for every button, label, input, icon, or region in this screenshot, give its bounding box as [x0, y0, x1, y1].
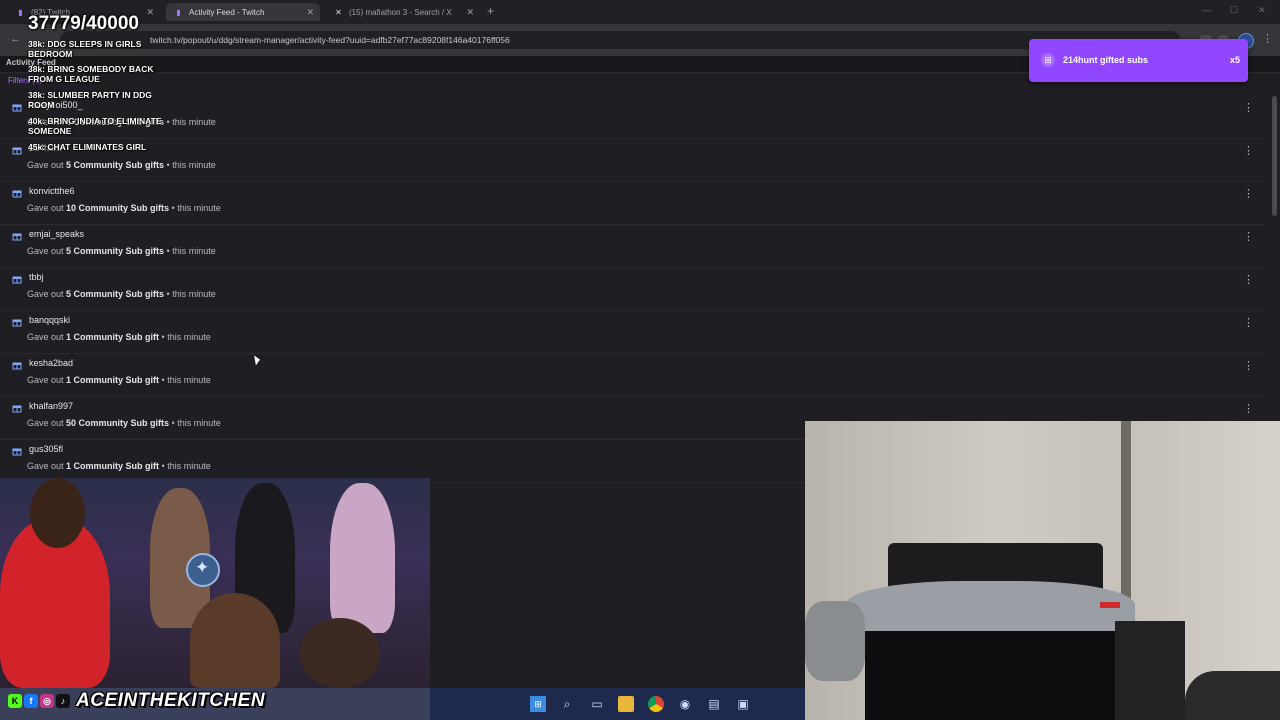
close-icon[interactable]: ✕	[146, 7, 154, 18]
feed-description: Gave out 10 Community Sub gifts • this m…	[27, 203, 221, 213]
facebook-icon: f	[24, 694, 38, 708]
gift-sub-toast[interactable]: ⊞ 214hunt gifted subs x5	[1029, 39, 1248, 82]
feed-username[interactable]: kesha2bad	[29, 358, 73, 368]
close-icon[interactable]: ✕	[306, 7, 314, 18]
person	[330, 483, 395, 633]
tab-x-search[interactable]: ✕ (15) mafiathon 3 - Search / X ✕	[326, 3, 480, 21]
party-camera-feed	[0, 478, 430, 688]
room-camera-feed	[805, 421, 1280, 720]
toast-text: 214hunt gifted subs	[1063, 55, 1149, 65]
gift-icon	[12, 405, 22, 413]
feed-scrollbar[interactable]	[1272, 96, 1277, 216]
gift-icon	[12, 190, 22, 198]
twitch-icon: ▮	[18, 7, 23, 17]
gift-icon	[12, 319, 22, 327]
chair	[1115, 621, 1185, 720]
feed-description: Gave out 5 Community Sub gifts • this mi…	[27, 246, 216, 256]
folder-icon[interactable]	[618, 696, 634, 712]
feed-description: Gave out 1 Community Sub gift • this min…	[27, 332, 211, 342]
window-close-icon[interactable]: ✕	[1258, 5, 1266, 16]
tab-label: Activity Feed - Twitch	[189, 7, 265, 17]
feed-item[interactable]: konvictthe6 Gave out 10 Community Sub gi…	[0, 182, 1264, 225]
gift-icon	[12, 233, 22, 241]
red-object	[1100, 602, 1120, 608]
toast-multiplier: x5	[1229, 55, 1240, 65]
feed-item[interactable]: kesha2bad Gave out 1 Community Sub gift …	[0, 354, 1264, 397]
maximize-icon[interactable]: ☐	[1230, 5, 1238, 16]
microphone	[1185, 671, 1280, 720]
person	[300, 618, 380, 688]
x-logo-icon: ✕	[335, 7, 342, 17]
tab-label: (15) mafiathon 3 - Search / X	[349, 7, 452, 17]
feed-username[interactable]: tbbj	[29, 272, 44, 282]
gift-icon: ⊞	[1041, 53, 1055, 67]
milestone-text: 45k: CHAT ELIMINATES GIRL	[28, 142, 147, 152]
twitch-icon: ▮	[176, 7, 181, 17]
feed-item[interactable]: krazyboi500_ Gave out 5 Community Sub gi…	[0, 96, 1264, 139]
app-icon[interactable]: ▣	[735, 696, 751, 712]
social-handle: K f ◎ ♪ ACEINTHEKITCHEN	[8, 690, 265, 712]
person	[30, 478, 85, 548]
browser-tab-strip: ▮ (82) Twitch ✕ ▮ Activity Feed - Twitch…	[0, 0, 1280, 24]
tiktok-icon: ♪	[56, 694, 70, 708]
feed-username[interactable]: gus305fl	[29, 444, 63, 454]
bag	[805, 601, 865, 681]
feed-username[interactable]: konvictthe6	[29, 186, 75, 196]
more-options-icon[interactable]: ⋮	[1243, 402, 1254, 415]
gift-icon	[12, 276, 22, 284]
minimize-icon[interactable]: —	[1202, 5, 1211, 15]
feed-username[interactable]: khalfan997	[29, 401, 73, 411]
kick-icon: K	[8, 694, 22, 708]
address-bar[interactable]: twitch.tv/popout/u/ddg/stream-manager/ac…	[60, 31, 1180, 49]
search-icon[interactable]: ⌕	[559, 696, 575, 712]
gift-icon	[12, 362, 22, 370]
instagram-icon: ◎	[40, 694, 54, 708]
app-icon[interactable]: ▤	[706, 696, 722, 712]
obs-icon[interactable]: ◉	[677, 696, 693, 712]
feed-item[interactable]: tbbj Gave out 5 Community Sub gifts • th…	[0, 268, 1264, 311]
gift-icon	[12, 104, 22, 112]
more-options-icon[interactable]: ⋮	[1243, 359, 1254, 372]
feed-username[interactable]: emjai_speaks	[29, 229, 84, 239]
more-options-icon[interactable]: ⋮	[1243, 316, 1254, 329]
milestone-text: 38k: BRING SOMEBODY BACK FROM G LEAGUE	[28, 64, 154, 84]
feed-item[interactable]: 214hunt Gave out 5 Community Sub gifts •…	[0, 139, 1264, 182]
person	[190, 593, 280, 688]
more-options-icon[interactable]: ⋮	[1243, 187, 1254, 200]
streamer-handle: ACEINTHEKITCHEN	[76, 690, 266, 711]
browser-menu-icon[interactable]: ⋮	[1262, 32, 1273, 45]
chrome-icon[interactable]	[648, 696, 664, 712]
feed-item[interactable]: banqqqski Gave out 1 Community Sub gift …	[0, 311, 1264, 354]
gift-icon	[12, 448, 22, 456]
feed-description: Gave out 5 Community Sub gifts • this mi…	[27, 289, 216, 299]
feed-description: Gave out 50 Community Sub gifts • this m…	[27, 418, 221, 428]
more-options-icon[interactable]: ⋮	[1243, 101, 1254, 114]
feed-item[interactable]: emjai_speaks Gave out 5 Community Sub gi…	[0, 225, 1264, 268]
gift-icon	[12, 147, 22, 155]
sub-goal-counter: 37779/40000	[28, 13, 139, 34]
more-options-icon[interactable]: ⋮	[1243, 144, 1254, 157]
stream-logo-icon	[186, 553, 220, 587]
milestone-text: 38k: SLUMBER PARTY IN DDG ROOM	[28, 90, 152, 110]
more-options-icon[interactable]: ⋮	[1243, 230, 1254, 243]
more-options-icon[interactable]: ⋮	[1243, 273, 1254, 286]
milestone-text: 40k: BRING INDIA TO ELIMINATE SOMEONE	[28, 116, 162, 136]
feed-description: Gave out 1 Community Sub gift • this min…	[27, 461, 211, 471]
new-tab-button[interactable]: +	[487, 4, 494, 18]
close-icon[interactable]: ✕	[466, 7, 474, 18]
taskbar: ⊞ ⌕ ▭ ◉ ▤ ▣	[430, 688, 805, 720]
feed-description: Gave out 5 Community Sub gifts • this mi…	[27, 160, 216, 170]
back-arrow-icon[interactable]: ←	[10, 33, 21, 45]
feed-description: Gave out 1 Community Sub gift • this min…	[27, 375, 211, 385]
task-view-icon[interactable]: ▭	[589, 696, 605, 712]
windows-start-icon[interactable]: ⊞	[530, 696, 546, 712]
milestone-text: 38k: DDG SLEEPS IN GIRLS BEDROOM	[28, 39, 142, 59]
tab-activity-feed[interactable]: ▮ Activity Feed - Twitch ✕	[166, 3, 320, 21]
feed-username[interactable]: banqqqski	[29, 315, 70, 325]
